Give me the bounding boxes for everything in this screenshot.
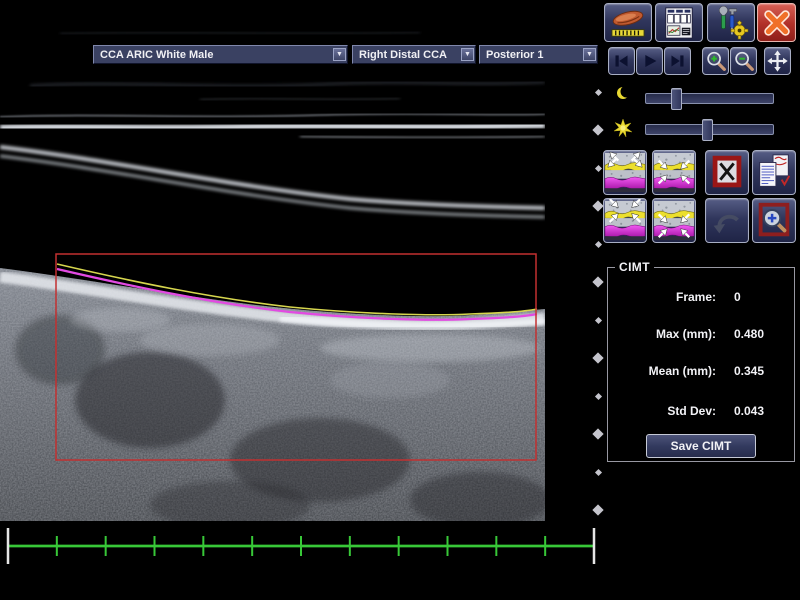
brightness-slider-thumb[interactable] (702, 119, 713, 141)
angle-dropdown-value: Posterior 1 (486, 49, 543, 61)
close-button[interactable] (757, 3, 796, 42)
zoom-out-button[interactable] (730, 47, 757, 75)
max-mm-label: Max (mm): (608, 327, 716, 341)
max-mm-value: 0.480 (734, 327, 764, 341)
report-button[interactable] (655, 3, 703, 42)
undo-icon (706, 199, 748, 242)
copy-report-icon (753, 151, 795, 194)
std-dev-value: 0.043 (734, 404, 764, 418)
diamond-decoration (592, 352, 603, 363)
delete-trace-icon (706, 151, 748, 194)
delete-trace-button[interactable] (705, 150, 749, 195)
pan-button[interactable] (764, 47, 791, 75)
mean-mm-label: Mean (mm): (608, 364, 716, 378)
protocol-dropdown-value: CCA ARIC White Male (100, 49, 213, 61)
chevron-down-icon[interactable]: ▼ (583, 48, 596, 61)
trace-converge-far-icon (653, 199, 695, 242)
artery-measure-icon (607, 6, 649, 40)
zoom-roi-icon (753, 199, 795, 242)
chevron-down-icon[interactable]: ▼ (461, 48, 474, 61)
segment-dropdown-value: Right Distal CCA (359, 49, 447, 61)
protocol-dropdown[interactable]: CCA ARIC White Male ▼ (93, 45, 348, 64)
diamond-decoration (592, 428, 603, 439)
diamond-decoration (592, 200, 603, 211)
diamond-decoration (594, 88, 601, 95)
zoom-in-icon (703, 48, 728, 74)
cimt-panel: CIMT Frame: 0 Max (mm): 0.480 Mean (mm):… (607, 267, 795, 462)
trace-converge-mid-icon (653, 151, 695, 194)
last-frame-button[interactable] (664, 47, 691, 75)
diamond-decoration (594, 316, 601, 323)
trace-expand-icon (604, 151, 646, 194)
frame-label: Frame: (608, 290, 716, 304)
diamond-decoration (594, 468, 601, 475)
cimt-panel-title: CIMT (615, 260, 654, 274)
trace-converge-far-button[interactable] (652, 198, 696, 243)
diamond-decoration (594, 164, 601, 171)
ultrasound-image[interactable] (0, 0, 545, 521)
last-frame-icon (665, 48, 690, 74)
scale-ruler (0, 525, 600, 570)
zoom-roi-button[interactable] (752, 198, 796, 243)
trace-expand-button[interactable] (603, 150, 647, 195)
diamond-decoration (594, 392, 601, 399)
mean-mm-value: 0.345 (734, 364, 764, 378)
contrast-slider-thumb[interactable] (671, 88, 682, 110)
pan-icon (765, 48, 790, 74)
close-icon (760, 6, 794, 40)
copy-report-button[interactable] (752, 150, 796, 195)
diamond-decoration (594, 240, 601, 247)
undo-button[interactable] (705, 198, 749, 243)
zoom-out-icon (731, 48, 756, 74)
moon-icon (616, 85, 632, 101)
diamond-decoration (592, 124, 603, 135)
cimt-application-window: CCA ARIC White Male ▼ Right Distal CCA ▼… (0, 0, 800, 600)
std-dev-label: Std Dev: (608, 404, 716, 418)
segment-dropdown[interactable]: Right Distal CCA ▼ (352, 45, 476, 64)
settings-button[interactable] (707, 3, 755, 42)
chevron-down-icon[interactable]: ▼ (333, 48, 346, 61)
play-icon (637, 48, 662, 74)
play-button[interactable] (636, 47, 663, 75)
diamond-decoration (592, 276, 603, 287)
report-icon (658, 6, 700, 40)
first-frame-button[interactable] (608, 47, 635, 75)
first-frame-icon (609, 48, 634, 74)
artery-measure-button[interactable] (604, 3, 652, 42)
zoom-in-button[interactable] (702, 47, 729, 75)
trace-converge-near-icon (604, 199, 646, 242)
angle-dropdown[interactable]: Posterior 1 ▼ (479, 45, 598, 64)
trace-converge-mid-button[interactable] (652, 150, 696, 195)
contrast-slider[interactable] (645, 93, 774, 104)
diamond-decoration (592, 504, 603, 515)
frame-value: 0 (734, 290, 741, 304)
trace-converge-near-button[interactable] (603, 198, 647, 243)
sun-icon (614, 119, 632, 137)
save-cimt-button[interactable]: Save CIMT (646, 434, 756, 458)
settings-tools-icon (710, 6, 752, 40)
